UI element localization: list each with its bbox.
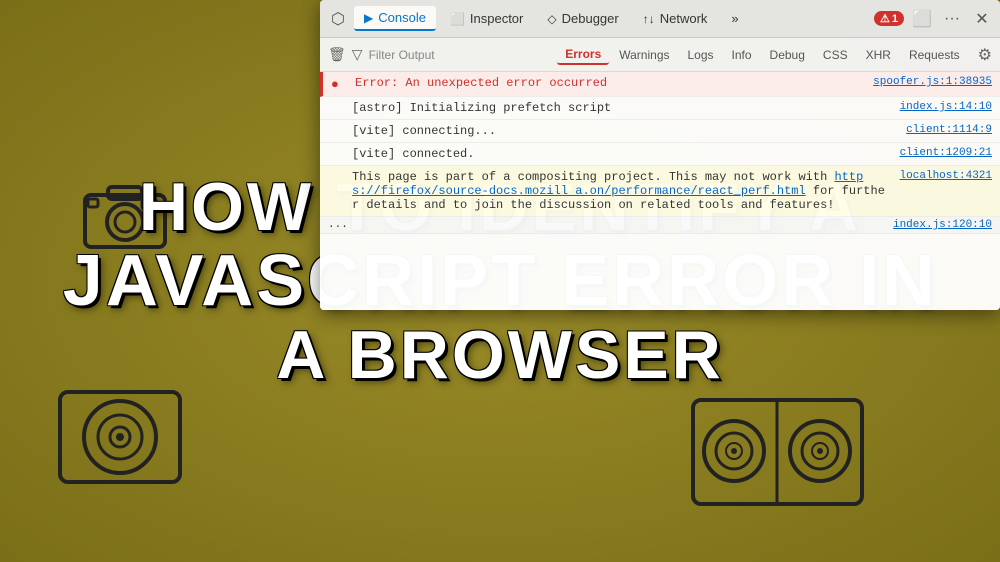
console-row-vite1: [vite] connecting... client:1114:9	[320, 120, 1000, 143]
error-badge-count: 1	[892, 13, 898, 25]
inspector-tab-icon: ⬜	[450, 12, 465, 26]
console-row-vite2: [vite] connected. client:1209:21	[320, 143, 1000, 166]
error-badge: ⚠ 1	[874, 11, 904, 26]
tab-network[interactable]: ↑↓ Network	[633, 7, 718, 30]
filter-tab-requests[interactable]: Requests	[901, 46, 968, 64]
filter-tab-debug[interactable]: Debug	[762, 46, 813, 64]
error-row-source[interactable]: spoofer.js:1:38935	[873, 76, 992, 88]
filter-tab-errors[interactable]: Errors	[557, 45, 609, 65]
tab-console[interactable]: ▶ Console	[354, 6, 436, 31]
title-line3: A BROWSER	[0, 321, 1000, 389]
tab-more[interactable]: »	[721, 7, 748, 30]
tab-debugger[interactable]: ◇ Debugger	[537, 7, 628, 30]
filter-input-area[interactable]: Filter Output	[369, 48, 435, 62]
error-row-text: Error: An unexpected error occurred	[355, 76, 865, 90]
speaker-right-icon	[690, 397, 850, 497]
network-tab-icon: ↑↓	[643, 12, 655, 26]
error-row-icon: ●	[331, 77, 349, 92]
devtools-picker-icon[interactable]: ⬡	[326, 7, 350, 31]
console-tab-icon: ▶	[364, 11, 373, 25]
info-row-text: This page is part of a compositing proje…	[352, 170, 892, 212]
filter-icon[interactable]: ▽	[352, 46, 363, 63]
info-row-source[interactable]: localhost:4321	[900, 170, 992, 182]
speaker-left-icon	[55, 387, 175, 477]
filter-placeholder: Filter Output	[369, 48, 435, 62]
devtools-panel: ⬡ ▶ Console ⬜ Inspector ◇ Debugger ↑↓ Ne…	[320, 0, 1000, 310]
error-badge-icon: ⚠	[880, 12, 890, 25]
info-row-link[interactable]: https://firefox/source-docs.mozill a.on/…	[352, 170, 863, 198]
ellipsis-row-source[interactable]: index.js:120:10	[893, 219, 992, 231]
filter-tab-logs[interactable]: Logs	[680, 46, 722, 64]
filter-tab-info[interactable]: Info	[724, 46, 760, 64]
log-row-source-1[interactable]: index.js:14:10	[900, 101, 992, 113]
close-icon[interactable]: ✕	[970, 7, 994, 31]
speaker-left-svg	[55, 387, 185, 487]
responsive-icon[interactable]: ⬜	[910, 7, 934, 31]
log-row-text-3: [vite] connected.	[352, 147, 892, 161]
filter-tab-css[interactable]: CSS	[815, 46, 856, 64]
log-row-text-1: [astro] Initializing prefetch script	[352, 101, 892, 115]
tab-inspector[interactable]: ⬜ Inspector	[440, 7, 533, 30]
clear-output-icon[interactable]: 🗑	[328, 46, 346, 63]
speaker-right-svg	[690, 397, 865, 507]
debugger-tab-icon: ◇	[547, 12, 556, 26]
more-options-icon[interactable]: ···	[940, 7, 964, 31]
ellipsis-row-text: ...	[328, 219, 885, 231]
log-row-text-2: [vite] connecting...	[352, 124, 898, 138]
console-tab-label: Console	[378, 10, 426, 25]
log-row-source-2[interactable]: client:1114:9	[906, 124, 992, 136]
devtools-toolbar: ⬡ ▶ Console ⬜ Inspector ◇ Debugger ↑↓ Ne…	[320, 0, 1000, 38]
filter-tab-xhr[interactable]: XHR	[858, 46, 899, 64]
filter-tab-warnings[interactable]: Warnings	[611, 46, 677, 64]
console-row-error: ● Error: An unexpected error occurred sp…	[320, 72, 1000, 97]
console-settings-icon[interactable]: ⚙	[978, 45, 992, 65]
console-row-ellipsis: ... index.js:120:10	[320, 217, 1000, 234]
console-row-info: This page is part of a compositing proje…	[320, 166, 1000, 217]
filter-tabs: Errors Warnings Logs Info Debug CSS XHR …	[557, 45, 967, 65]
network-tab-label: Network	[660, 11, 708, 26]
log-row-source-3[interactable]: client:1209:21	[900, 147, 992, 159]
inspector-tab-label: Inspector	[470, 11, 523, 26]
debugger-tab-label: Debugger	[562, 11, 619, 26]
toolbar-right: ⚠ 1 ⬜ ··· ✕	[874, 7, 994, 31]
console-row-astro: [astro] Initializing prefetch script ind…	[320, 97, 1000, 120]
filter-bar: 🗑 ▽ Filter Output Errors Warnings Logs I…	[320, 38, 1000, 72]
console-content: ● Error: An unexpected error occurred sp…	[320, 72, 1000, 310]
more-tab-label: »	[731, 11, 738, 26]
